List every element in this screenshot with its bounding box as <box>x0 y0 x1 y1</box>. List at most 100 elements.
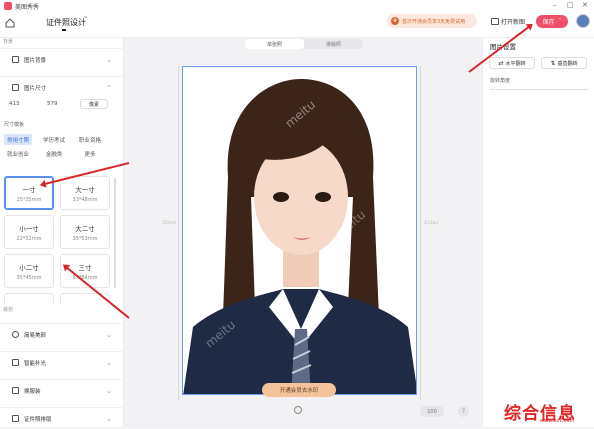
size-card-large-2-inch[interactable]: 大二寸 35*53mm <box>60 215 110 249</box>
save-dropdown-icon: ˅ <box>558 18 562 25</box>
vip-crown-icon: ♛ <box>391 17 399 25</box>
flip-vertical-label: 垂直翻转 <box>557 60 578 67</box>
template-tab-finance[interactable]: 金融类 <box>40 148 68 159</box>
flip-vertical-button[interactable]: ⇅ 垂直翻转 <box>541 57 587 69</box>
template-tab-common[interactable]: 常用寸照 <box>4 134 32 145</box>
title-bar: 美图秀秀 – □ ✕ <box>0 0 594 12</box>
section-label: 换服装 <box>24 388 41 395</box>
zoom-control[interactable]: 100 <box>420 406 444 417</box>
tab-single-photo[interactable]: 单张照 <box>245 39 304 49</box>
tab-label: 常用寸照 <box>6 137 29 144</box>
template-tab-more[interactable]: 更多 <box>76 148 104 159</box>
beauty-icon <box>12 331 19 338</box>
size-card-dimensions: 22*32mm <box>16 235 42 242</box>
light-icon <box>12 359 19 366</box>
size-card-dimensions: 35*45mm <box>16 274 42 281</box>
rotate-angle-label: 旋转角度 <box>490 78 511 84</box>
minimize-button[interactable]: – <box>553 1 557 9</box>
template-tab-employment[interactable]: 就业创业 <box>4 148 32 159</box>
open-image-label: 打开新图 <box>501 18 526 26</box>
section-label: 智能补光 <box>24 360 47 367</box>
section-label: 图片尺寸 <box>24 85 47 92</box>
save-button[interactable]: 保存 ˅ <box>536 15 568 28</box>
id-photo[interactable]: meitu meitu meitu <box>182 66 417 395</box>
unit-select[interactable]: 像素 <box>80 99 108 109</box>
module-dropdown-icon[interactable]: ˅ <box>84 16 88 24</box>
size-template-label: 尺寸模板 <box>4 122 25 128</box>
section-simple-beauty[interactable]: 简易美颜 ⌄ <box>0 323 124 345</box>
section-label: 证件照排版 <box>24 416 52 423</box>
avatar[interactable] <box>576 14 590 28</box>
remove-watermark-label: 开通会员去水印 <box>279 388 319 394</box>
right-panel: 图片设置 ⇄ 水平翻转 ⇅ 垂直翻转 旋转角度 <box>482 38 594 427</box>
size-card-large-1-inch[interactable]: 大一寸 33*48mm <box>60 176 110 210</box>
reset-icon[interactable] <box>294 406 302 414</box>
size-card-name: 大二寸 <box>75 224 95 233</box>
left-sidebar: 背景 图片背景 ⌄ 图片尺寸 ⌃ 413 579 像素 尺寸模板 常用寸照 学历… <box>0 38 124 427</box>
unit-select-value: 像素 <box>88 101 99 108</box>
section-image-background[interactable]: 图片背景 ⌄ <box>0 48 124 70</box>
vip-banner[interactable]: ♛ 首次开通会员享3天免费试用 <box>387 14 477 28</box>
width-field[interactable]: 413 <box>9 101 20 107</box>
app-title: 美图秀秀 <box>15 4 40 11</box>
open-image-button[interactable]: 打开新图 <box>491 15 525 27</box>
size-card-partial <box>4 293 54 303</box>
guide-line-right <box>420 66 421 400</box>
size-card-small-1-inch[interactable]: 小一寸 22*32mm <box>4 215 54 249</box>
remove-watermark-button[interactable]: 开通会员去水印 <box>262 383 336 397</box>
save-label: 保存 <box>542 19 555 26</box>
tab-layout-photo[interactable]: 排版照 <box>304 39 363 49</box>
tab-label: 金融类 <box>45 151 63 158</box>
template-tab-qualification[interactable]: 职业资格 <box>76 134 104 145</box>
flip-horizontal-icon: ⇄ <box>498 59 504 67</box>
app-logo <box>4 2 12 10</box>
chevron-down-icon: ⌄ <box>106 55 112 64</box>
maximize-button[interactable]: □ <box>567 1 574 9</box>
template-tab-exam[interactable]: 学历考试 <box>40 134 68 145</box>
chevron-down-icon: ⌄ <box>106 414 112 423</box>
size-card-name: 一寸 <box>22 185 36 194</box>
home-icon[interactable] <box>5 18 15 28</box>
flip-horizontal-button[interactable]: ⇄ 水平翻转 <box>489 57 535 69</box>
flip-vertical-icon: ⇅ <box>550 59 556 67</box>
tab-label: 职业资格 <box>78 137 101 144</box>
section-photo-layout[interactable]: 证件照排版 ⌄ <box>0 407 124 429</box>
canvas-tab-bar: 单张照 排版照 <box>245 39 363 49</box>
tab-label: 更多 <box>84 151 96 158</box>
close-button[interactable]: ✕ <box>582 1 588 9</box>
size-card-1-inch[interactable]: 一寸 25*35mm <box>4 176 54 210</box>
guide-line-left <box>178 66 179 400</box>
tab-label: 单张照 <box>266 41 282 48</box>
tab-label: 排版照 <box>325 41 341 48</box>
size-card-dimensions: 33*48mm <box>72 196 98 203</box>
size-icon <box>12 84 19 91</box>
chevron-down-icon: ⌄ <box>106 330 112 339</box>
tab-label: 学历考试 <box>42 137 65 144</box>
size-card-small-2-inch[interactable]: 小二寸 35*45mm <box>4 254 54 288</box>
clothes-icon <box>12 387 19 394</box>
height-dimension-label: 35mm <box>162 221 177 226</box>
section-image-size[interactable]: 图片尺寸 ⌃ <box>0 76 124 98</box>
sidebar-scrollbar[interactable] <box>114 178 116 288</box>
chevron-up-icon: ⌃ <box>106 83 112 92</box>
flip-horizontal-label: 水平翻转 <box>505 60 526 67</box>
size-card-name: 三寸 <box>78 263 92 272</box>
zoom-level: 100 <box>427 408 437 415</box>
help-icon[interactable]: ? <box>458 406 469 417</box>
site-watermark-url: www.xz7.com <box>540 418 575 424</box>
tab-label: 就业创业 <box>6 151 29 158</box>
width-dimension-label: 413px <box>424 221 439 226</box>
vip-banner-text: 首次开通会员享3天免费试用 <box>402 18 466 25</box>
size-card-name: 大一寸 <box>75 185 95 194</box>
module-title[interactable]: 证件照设计 <box>46 17 86 28</box>
top-toolbar: 证件照设计 ˅ ♛ 首次开通会员享3天免费试用 打开新图 保存 ˅ <box>0 12 594 38</box>
chevron-down-icon: ⌄ <box>106 386 112 395</box>
section-label: 图片背景 <box>24 57 47 64</box>
height-field[interactable]: 579 <box>47 101 58 107</box>
canvas-area: 单张照 排版照 35mm 413px meitu meitu meitu 开通会… <box>124 38 482 427</box>
section-change-clothes[interactable]: 换服装 ⌄ <box>0 379 124 401</box>
bottom-section-label: 装扮 <box>3 307 14 313</box>
rotate-angle-slider[interactable] <box>490 89 588 90</box>
section-smart-light[interactable]: 智能补光 ⌄ <box>0 351 124 373</box>
section-label: 简易美颜 <box>24 332 47 339</box>
